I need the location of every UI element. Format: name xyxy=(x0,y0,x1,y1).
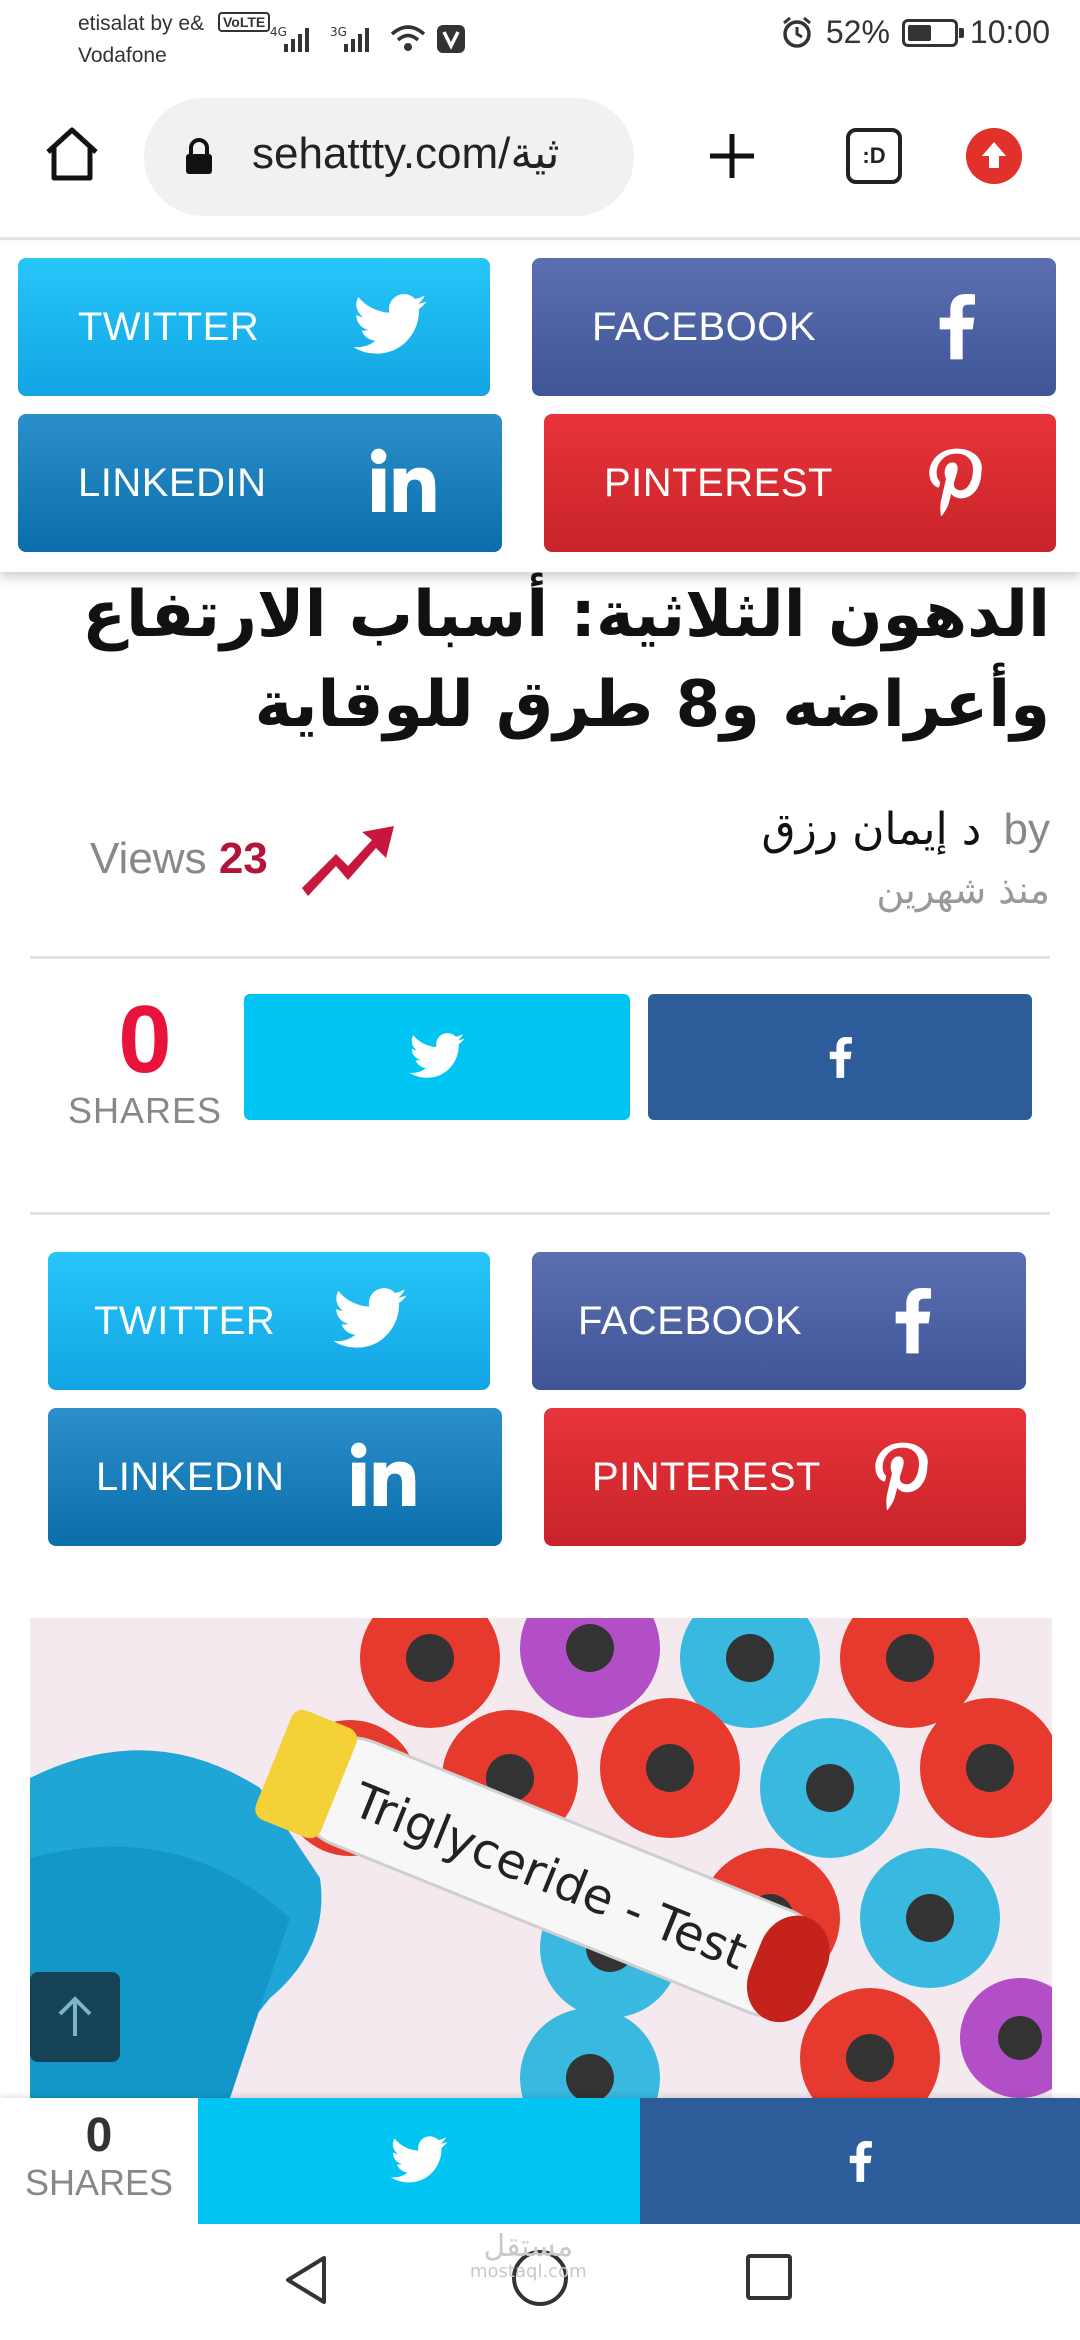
tabs-button[interactable]: :D xyxy=(846,128,902,184)
twitter-label: TWITTER xyxy=(78,304,260,349)
net-4g-label: 4G xyxy=(270,25,287,39)
clock: 10:00 xyxy=(969,14,1050,50)
linkedin-share-button[interactable]: LINKEDIN xyxy=(18,414,502,552)
twitter-bird-icon xyxy=(390,2136,448,2183)
twitter-bird-icon xyxy=(353,294,427,354)
facebook-f-icon xyxy=(849,2141,872,2182)
watermark: مستقل mostaql.com xyxy=(470,2232,587,2282)
article-title: الدهون الثلاثية: أسباب الارتفاع وأعراضه … xyxy=(82,578,1050,742)
update-arrow-icon[interactable] xyxy=(966,128,1022,184)
twitter-bird-icon xyxy=(409,1033,465,1078)
arrow-up-icon xyxy=(58,1996,92,2036)
twitter-share-button[interactable]: TWITTER xyxy=(18,258,490,396)
linkedin-in-icon xyxy=(371,448,436,512)
battery-icon xyxy=(901,18,964,47)
share-count-label: SHARES xyxy=(67,1090,223,1131)
linkedin-in-icon xyxy=(351,1442,416,1506)
facebook-f-icon xyxy=(939,294,975,360)
home-icon[interactable] xyxy=(40,122,104,186)
bottom-twitter-button[interactable] xyxy=(198,2098,640,2224)
linkedin-share-button[interactable]: LINKEDIN xyxy=(48,1408,502,1546)
url-text: sehattty.com/ثية xyxy=(252,129,560,178)
twitter-share-compact[interactable] xyxy=(244,994,630,1120)
status-bar: etisalat by e& Vodafone VoLTE 4G 3G 52% xyxy=(0,0,1080,80)
views-counter: Views 23 xyxy=(90,834,268,884)
twitter-bird-icon xyxy=(333,1288,407,1348)
net-3g-label: 3G xyxy=(330,25,347,39)
facebook-share-button[interactable]: FACEBOOK xyxy=(532,1252,1026,1390)
views-label: Views xyxy=(90,834,207,883)
signal-4g-icon: 4G xyxy=(270,25,309,52)
divider xyxy=(30,956,1050,959)
twitter-share-button[interactable]: TWITTER xyxy=(48,1252,490,1390)
publish-date: منذ شهرين xyxy=(876,868,1050,912)
wifi-icon xyxy=(390,25,426,51)
carrier-secondary: Vodafone xyxy=(78,44,167,67)
pinterest-share-button[interactable]: PINTEREST xyxy=(544,1408,1026,1546)
author-name[interactable]: د إيمان رزق xyxy=(761,804,981,855)
bottom-facebook-button[interactable] xyxy=(640,2098,1080,2224)
views-count: 23 xyxy=(218,834,268,883)
divider xyxy=(30,1212,1050,1215)
article-featured-image: Triglyceride - Test xyxy=(30,1618,1052,2098)
watermark-latin: mostaql.com xyxy=(470,2261,587,2282)
facebook-f-icon xyxy=(829,1037,852,1078)
linkedin-label: LINKEDIN xyxy=(96,1454,285,1499)
bottom-share-number: 0 xyxy=(85,2109,113,2162)
volte-badge: VoLTE xyxy=(218,12,271,32)
browser-toolbar: sehattty.com/ثية :D xyxy=(0,80,1080,240)
carrier-info: etisalat by e& Vodafone xyxy=(78,8,204,72)
alarm-icon xyxy=(782,16,811,48)
trending-up-icon xyxy=(302,826,394,896)
address-bar[interactable]: sehattty.com/ثية xyxy=(144,98,634,216)
bottom-share-label: SHARES xyxy=(24,2162,174,2203)
signal-3g-icon: 3G xyxy=(330,25,369,52)
bottom-share-counter: 0 SHARES xyxy=(0,2098,198,2224)
status-right: 52% 10:00 xyxy=(780,14,1050,51)
battery-percent: 52% xyxy=(825,14,890,50)
facebook-label: FACEBOOK xyxy=(578,1298,803,1343)
by-label: by xyxy=(1003,805,1050,854)
pinterest-p-icon xyxy=(929,448,982,517)
twitter-label: TWITTER xyxy=(94,1298,276,1343)
vpn-v-icon xyxy=(437,25,465,53)
pinterest-label: PINTEREST xyxy=(604,460,833,505)
share-buttons-group: TWITTER FACEBOOK LINKEDIN PINTEREST xyxy=(0,1252,1080,1552)
back-triangle-icon[interactable] xyxy=(280,2252,330,2308)
lock-icon xyxy=(186,138,212,174)
bottom-share-bar: 0 SHARES xyxy=(0,2098,1080,2224)
carrier-primary: etisalat by e& xyxy=(78,12,205,35)
facebook-label: FACEBOOK xyxy=(592,304,817,349)
system-nav-bar: مستقل mostaql.com xyxy=(0,2224,1080,2340)
linkedin-label: LINKEDIN xyxy=(78,460,267,505)
share-counter: 0 SHARES xyxy=(40,990,250,1132)
pinterest-p-icon xyxy=(875,1442,928,1511)
pinterest-share-button[interactable]: PINTEREST xyxy=(544,414,1056,552)
recents-square-icon[interactable] xyxy=(746,2254,792,2300)
sticky-share-panel: TWITTER FACEBOOK LINKEDIN PINTEREST xyxy=(0,242,1080,572)
facebook-share-compact[interactable] xyxy=(648,994,1032,1120)
facebook-share-button[interactable]: FACEBOOK xyxy=(532,258,1056,396)
signal-icons: 4G 3G xyxy=(270,14,466,54)
facebook-f-icon xyxy=(895,1288,931,1354)
plus-icon[interactable] xyxy=(700,124,764,188)
test-tubes-illustration: Triglyceride - Test xyxy=(30,1618,1052,2098)
author-line: د إيمان رزق by xyxy=(761,804,1050,855)
share-count-number: 0 xyxy=(118,986,172,1093)
watermark-arabic: مستقل xyxy=(483,2229,574,2264)
scroll-to-top-button[interactable] xyxy=(30,1972,120,2062)
pinterest-label: PINTEREST xyxy=(592,1454,821,1499)
